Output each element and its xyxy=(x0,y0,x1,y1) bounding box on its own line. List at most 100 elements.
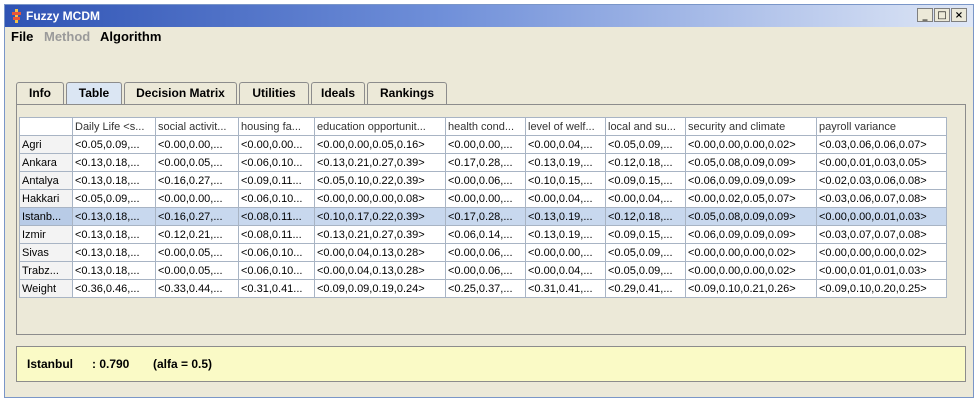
table-cell[interactable]: <0.00,0.00,... xyxy=(155,135,239,154)
table-cell[interactable]: <0.31,0.41,... xyxy=(525,279,606,298)
row-header-cell[interactable]: Antalya xyxy=(19,171,73,190)
table-cell[interactable]: <0.00,0.00,... xyxy=(525,243,606,262)
table-cell[interactable]: <0.12,0.18,... xyxy=(605,153,686,172)
table-cell[interactable]: <0.13,0.19,... xyxy=(525,207,606,226)
table-cell[interactable]: <0.00,0.06,... xyxy=(445,261,526,280)
tab-rankings[interactable]: Rankings xyxy=(367,82,447,104)
table-cell[interactable]: <0.13,0.19,... xyxy=(525,225,606,244)
menu-method[interactable]: Method xyxy=(44,29,90,44)
table-cell[interactable]: <0.00,0.00,0.00,0.02> xyxy=(685,243,817,262)
table-cell[interactable]: <0.06,0.09,0.09,0.09> xyxy=(685,171,817,190)
table-cell[interactable]: <0.03,0.06,0.06,0.07> xyxy=(816,135,947,154)
table-cell[interactable]: <0.03,0.06,0.07,0.08> xyxy=(816,189,947,208)
table-cell[interactable]: <0.00,0.05,... xyxy=(155,243,239,262)
table-cell[interactable]: <0.13,0.18,... xyxy=(72,243,156,262)
table-row[interactable]: Ankara <0.13,0.18,... <0.00,0.05,... <0.06,… xyxy=(19,153,947,172)
tab-decision-matrix[interactable]: Decision Matrix xyxy=(124,82,237,104)
table-cell[interactable]: <0.13,0.18,... xyxy=(72,261,156,280)
table-cell[interactable]: <0.00,0.01,0.03,0.05> xyxy=(816,153,947,172)
table-cell[interactable]: <0.13,0.18,... xyxy=(72,153,156,172)
column-header[interactable]: level of welf... xyxy=(525,117,606,136)
table-cell[interactable]: <0.16,0.27,... xyxy=(155,171,239,190)
table-cell[interactable]: <0.08,0.11... xyxy=(238,225,315,244)
table-row[interactable]: Izmir <0.13,0.18,... <0.12,0.21,... <0.08,0… xyxy=(19,225,947,244)
table-cell[interactable]: <0.00,0.02,0.05,0.07> xyxy=(685,189,817,208)
row-header-cell[interactable]: Trabz... xyxy=(19,261,73,280)
table-row[interactable]: Sivas <0.13,0.18,... <0.00,0.05,... <0.06,0… xyxy=(19,243,947,262)
column-header[interactable]: payroll variance xyxy=(816,117,947,136)
table-cell[interactable]: <0.00,0.00,0.00,0.02> xyxy=(685,135,817,154)
table-cell[interactable]: <0.02,0.03,0.06,0.08> xyxy=(816,171,947,190)
column-header[interactable]: social activit... xyxy=(155,117,239,136)
table-cell[interactable]: <0.13,0.21,0.27,0.39> xyxy=(314,153,446,172)
table-cell[interactable]: <0.05,0.08,0.09,0.09> xyxy=(685,153,817,172)
table-cell[interactable]: <0.00,0.06,... xyxy=(445,243,526,262)
table-cell[interactable]: <0.05,0.09,... xyxy=(605,261,686,280)
table-cell[interactable]: <0.33,0.44,... xyxy=(155,279,239,298)
column-header[interactable]: local and su... xyxy=(605,117,686,136)
table-row[interactable]: Weight <0.36,0.46,... <0.33,0.44,... <0.31,… xyxy=(19,279,947,298)
tab-ideals[interactable]: Ideals xyxy=(311,82,365,104)
table-row[interactable]: Agri <0.05,0.09,... <0.00,0.00,... <0.00,0.… xyxy=(19,135,947,154)
table-cell[interactable]: <0.17,0.28,... xyxy=(445,153,526,172)
table-row[interactable]: Antalya <0.13,0.18,... <0.16,0.27,... <0.09… xyxy=(19,171,947,190)
table-cell[interactable]: <0.25,0.37,... xyxy=(445,279,526,298)
column-header[interactable]: housing fa... xyxy=(238,117,315,136)
column-header[interactable]: security and climate xyxy=(685,117,817,136)
close-button[interactable]: × xyxy=(951,8,967,22)
table-cell[interactable]: <0.09,0.11... xyxy=(238,171,315,190)
table-cell[interactable]: <0.12,0.21,... xyxy=(155,225,239,244)
table-cell[interactable]: <0.10,0.15,... xyxy=(525,171,606,190)
table-cell[interactable]: <0.05,0.08,0.09,0.09> xyxy=(685,207,817,226)
table-cell[interactable]: <0.00,0.00,0.05,0.16> xyxy=(314,135,446,154)
table-cell[interactable]: <0.00,0.04,... xyxy=(605,189,686,208)
table-cell[interactable]: <0.00,0.04,... xyxy=(525,261,606,280)
table-cell[interactable]: <0.13,0.18,... xyxy=(72,225,156,244)
row-header-cell[interactable]: Agri xyxy=(19,135,73,154)
table-cell[interactable]: <0.00,0.04,0.13,0.28> xyxy=(314,243,446,262)
table-cell[interactable]: <0.03,0.07,0.07,0.08> xyxy=(816,225,947,244)
row-header-cell[interactable]: Sivas xyxy=(19,243,73,262)
table-cell[interactable]: <0.00,0.06,... xyxy=(445,171,526,190)
table-cell[interactable]: <0.09,0.10,0.20,0.25> xyxy=(816,279,947,298)
table-cell[interactable]: <0.00,0.00,0.00,0.08> xyxy=(314,189,446,208)
table-cell[interactable]: <0.00,0.04,0.13,0.28> xyxy=(314,261,446,280)
table-cell[interactable]: <0.13,0.19,... xyxy=(525,153,606,172)
table-cell[interactable]: <0.05,0.09,... xyxy=(605,243,686,262)
row-header-cell[interactable]: Hakkari xyxy=(19,189,73,208)
table-cell[interactable]: <0.06,0.09,0.09,0.09> xyxy=(685,225,817,244)
row-header-cell[interactable]: Ankara xyxy=(19,153,73,172)
table-cell[interactable]: <0.00,0.01,0.01,0.03> xyxy=(816,261,947,280)
menu-file[interactable]: File xyxy=(11,29,33,44)
table-cell[interactable]: <0.16,0.27,... xyxy=(155,207,239,226)
table-cell[interactable]: <0.05,0.10,0.22,0.39> xyxy=(314,171,446,190)
table-cell[interactable]: <0.36,0.46,... xyxy=(72,279,156,298)
column-header[interactable]: health cond... xyxy=(445,117,526,136)
maximize-button[interactable]: □ xyxy=(934,8,950,22)
table-cell[interactable]: <0.00,0.00,0.00,0.02> xyxy=(685,261,817,280)
table-cell[interactable]: <0.13,0.18,... xyxy=(72,171,156,190)
table-cell[interactable]: <0.09,0.15,... xyxy=(605,225,686,244)
table-cell[interactable]: <0.06,0.10... xyxy=(238,243,315,262)
table-cell[interactable]: <0.05,0.09,... xyxy=(605,135,686,154)
tab-info[interactable]: Info xyxy=(16,82,64,104)
table-cell[interactable]: <0.05,0.09,... xyxy=(72,189,156,208)
table-cell[interactable]: <0.12,0.18,... xyxy=(605,207,686,226)
table-cell[interactable]: <0.13,0.21,0.27,0.39> xyxy=(314,225,446,244)
table-cell[interactable]: <0.06,0.10... xyxy=(238,153,315,172)
table-cell[interactable]: <0.09,0.10,0.21,0.26> xyxy=(685,279,817,298)
table-cell[interactable]: <0.00,0.00,0.00,0.02> xyxy=(816,243,947,262)
table-cell[interactable]: <0.09,0.09,0.19,0.24> xyxy=(314,279,446,298)
row-header-cell[interactable]: Weight xyxy=(19,279,73,298)
table-cell[interactable]: <0.06,0.10... xyxy=(238,261,315,280)
table-cell[interactable]: <0.13,0.18,... xyxy=(72,207,156,226)
row-header-cell[interactable]: Istanb... xyxy=(19,207,73,226)
table-cell[interactable]: <0.17,0.28,... xyxy=(445,207,526,226)
table-cell[interactable]: <0.00,0.04,... xyxy=(525,189,606,208)
table-row[interactable]: Hakkari <0.05,0.09,... <0.00,0.00,... <0.06… xyxy=(19,189,947,208)
title-bar[interactable]: Fuzzy MCDM _ □ × xyxy=(5,5,973,27)
table-cell[interactable]: <0.29,0.41,... xyxy=(605,279,686,298)
table-cell[interactable]: <0.31,0.41... xyxy=(238,279,315,298)
table-cell[interactable]: <0.00,0.00,... xyxy=(445,189,526,208)
table-cell[interactable]: <0.00,0.00... xyxy=(238,135,315,154)
